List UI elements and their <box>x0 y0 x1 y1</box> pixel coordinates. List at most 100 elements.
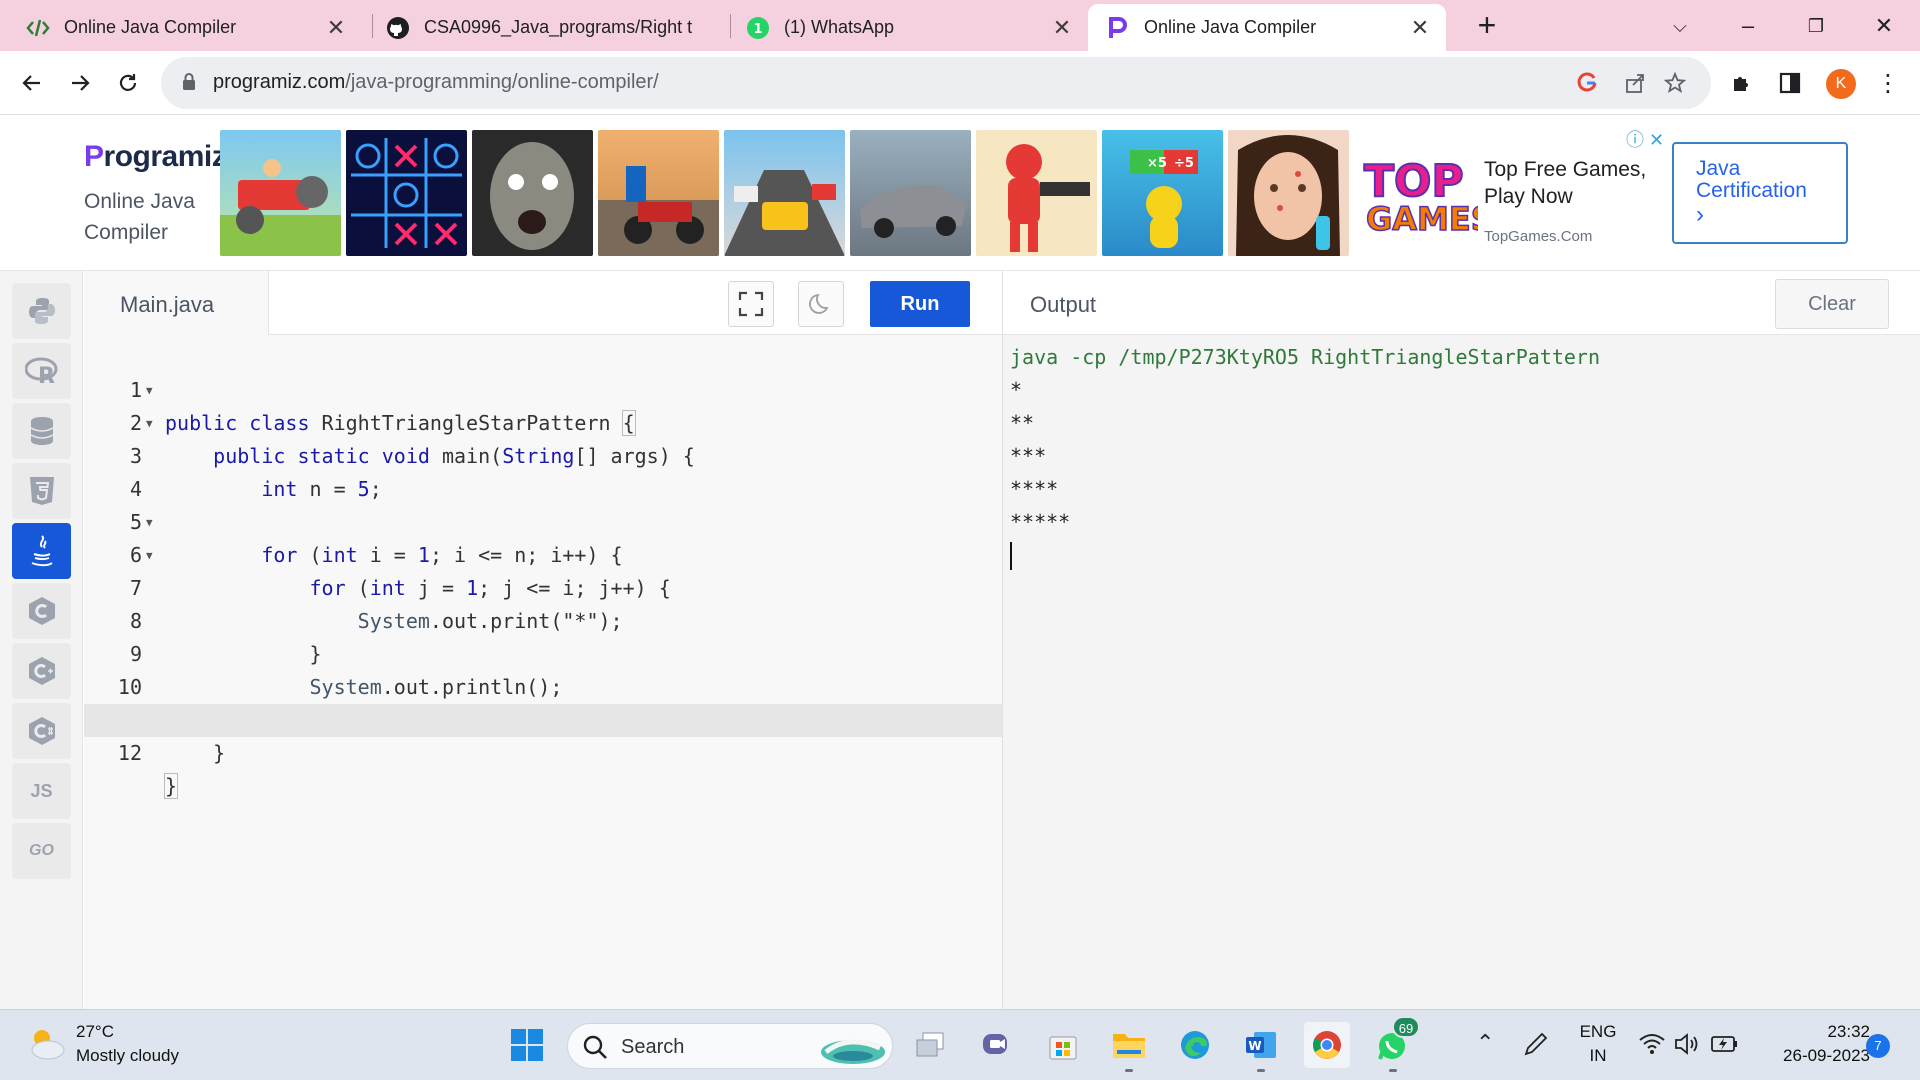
output-line: ***** <box>1010 510 1071 534</box>
clock-date[interactable]: 26-09-2023 <box>1760 1046 1870 1066</box>
teams-chat-icon[interactable] <box>974 1022 1020 1068</box>
close-window-icon[interactable]: ✕ <box>1864 6 1904 46</box>
python-icon[interactable] <box>12 283 71 339</box>
output-line: * <box>1010 378 1023 402</box>
pen-icon[interactable] <box>1522 1030 1550 1063</box>
weather-description[interactable]: Mostly cloudy <box>76 1046 179 1066</box>
tab-whatsapp[interactable]: 1 (1) WhatsApp ✕ <box>730 4 1088 51</box>
menu-kebab-icon[interactable]: ⋮ <box>1868 63 1908 103</box>
notification-count-badge[interactable]: 7 <box>1866 1034 1890 1058</box>
input-language[interactable]: ENG <box>1578 1022 1618 1042</box>
programiz-logo[interactable]: Programiz <box>84 140 227 174</box>
task-view-icon[interactable] <box>908 1022 954 1068</box>
ad-game-thumbnail[interactable] <box>220 130 341 256</box>
database-icon[interactable] <box>12 403 71 459</box>
close-tab-icon[interactable]: ✕ <box>1408 15 1432 41</box>
restore-icon[interactable]: ❐ <box>1796 6 1836 46</box>
github-icon <box>386 16 410 40</box>
tab-online-java-compiler-active[interactable]: Online Java Compiler ✕ <box>1088 4 1446 51</box>
output-console[interactable]: java -cp /tmp/P273KtyRO5 RightTriangleSt… <box>1010 341 1600 570</box>
address-bar[interactable]: programiz.com/java-programming/online-co… <box>161 57 1711 109</box>
code-line[interactable]: 6 ▼ for (int j = 1; j <= i; j++) { <box>84 506 1002 600</box>
close-tab-icon[interactable]: ✕ <box>1050 15 1074 41</box>
ad-game-thumbnail[interactable] <box>976 130 1097 256</box>
google-lens-icon[interactable] <box>1573 69 1601 97</box>
profile-avatar[interactable]: K <box>1826 69 1856 99</box>
file-tab[interactable]: Main.java <box>84 271 269 335</box>
weather-temperature[interactable]: 27°C <box>76 1022 114 1042</box>
ad-game-thumbnail[interactable] <box>346 130 467 256</box>
volume-icon[interactable] <box>1674 1032 1702 1061</box>
ad-close-icon[interactable]: ✕ <box>1649 130 1664 150</box>
topgames-logo[interactable]: TOPGAMES <box>1358 154 1495 239</box>
clock-time[interactable]: 23:32 <box>1760 1022 1870 1042</box>
forward-button[interactable] <box>60 63 100 103</box>
side-panel-icon[interactable] <box>1770 63 1810 103</box>
whatsapp-taskbar-icon[interactable]: 69 <box>1370 1016 1420 1072</box>
code-line[interactable]: 2 ▼ public static void main(String[] args… <box>84 374 1002 468</box>
battery-icon[interactable] <box>1710 1032 1740 1061</box>
code-line[interactable]: 4 <box>84 440 1002 501</box>
new-tab-button[interactable]: + <box>1467 6 1507 46</box>
code-area[interactable]: 1 ▼ public class RightTriangleStarPattern… <box>84 341 1002 799</box>
share-icon[interactable] <box>1621 69 1649 97</box>
url-text[interactable]: programiz.com/java-programming/online-co… <box>213 71 659 94</box>
bookmark-star-icon[interactable] <box>1661 69 1689 97</box>
code-line[interactable]: 7 System.out.print("*"); <box>84 539 1002 633</box>
code-line[interactable]: 1 ▼ public class RightTriangleStarPattern… <box>84 341 1002 436</box>
ad-game-thumbnail[interactable] <box>1228 130 1349 256</box>
java-certification-button[interactable]: Java Certification › <box>1672 142 1848 244</box>
code-line[interactable]: 3 int n = 5; <box>84 407 1002 501</box>
ad-game-thumbnail[interactable] <box>724 130 845 256</box>
clear-button[interactable]: Clear <box>1775 279 1889 329</box>
code-line[interactable]: 8 } <box>84 572 1002 666</box>
minimize-icon[interactable]: – <box>1728 6 1768 46</box>
lock-icon[interactable] <box>181 72 197 97</box>
wifi-icon[interactable] <box>1638 1032 1666 1061</box>
svg-text:R: R <box>38 364 55 385</box>
ad-game-thumbnail[interactable]: ×5 ÷5 <box>1102 130 1223 256</box>
r-icon[interactable]: R <box>12 343 71 399</box>
dark-mode-button[interactable] <box>798 281 844 327</box>
go-icon[interactable]: GO <box>12 823 71 879</box>
close-tab-icon[interactable]: ✕ <box>324 15 348 41</box>
word-icon[interactable]: W <box>1238 1022 1284 1072</box>
ad-text[interactable]: Top Free Games, Play Now <box>1484 156 1646 210</box>
microsoft-store-icon[interactable] <box>1040 1022 1086 1068</box>
csharp-icon[interactable] <box>12 703 71 759</box>
back-button[interactable] <box>12 63 52 103</box>
code-line[interactable]: 5 ▼ for (int i = 1; i <= n; i++) { <box>84 473 1002 567</box>
windows-start-icon[interactable] <box>504 1022 550 1068</box>
chrome-icon[interactable] <box>1304 1022 1350 1068</box>
tab-search-chevron-icon[interactable]: ⌵ <box>1660 6 1700 46</box>
fullscreen-button[interactable] <box>728 281 774 327</box>
ad-game-thumbnail[interactable] <box>472 130 593 256</box>
js-icon[interactable]: JS <box>12 763 71 819</box>
extensions-icon[interactable] <box>1722 63 1762 103</box>
tab-github[interactable]: CSA0996_Java_programs/Right t <box>372 4 730 51</box>
code-line[interactable]: 10 } <box>84 638 1002 732</box>
cpp-icon[interactable] <box>12 643 71 699</box>
edge-icon[interactable] <box>1172 1022 1218 1068</box>
ad-site[interactable]: TopGames.Com <box>1484 228 1592 245</box>
code-line[interactable]: 11 } <box>84 671 1002 765</box>
taskbar-search-input[interactable]: Search <box>567 1023 893 1069</box>
weather-cloudy-icon[interactable] <box>26 1026 66 1067</box>
output-line: *** <box>1010 444 1047 468</box>
ad-game-thumbnail[interactable] <box>850 130 971 256</box>
show-hidden-icons-chevron-icon[interactable]: ⌃ <box>1476 1030 1494 1056</box>
code-editor-panel: Main.java Run 1 ▼ public class RightTrian… <box>84 271 1002 1009</box>
code-line[interactable]: 9 System.out.println(); <box>84 605 1002 699</box>
reload-button[interactable] <box>108 63 148 103</box>
editor-header: Main.java Run <box>84 271 1002 335</box>
code-line-active[interactable]: 12 } <box>84 704 1002 799</box>
tab-online-java-compiler-1[interactable]: Online Java Compiler ✕ <box>0 4 362 51</box>
ad-info-icon[interactable]: ⓘ ✕ <box>1626 126 1664 152</box>
java-icon[interactable] <box>12 523 71 579</box>
run-button[interactable]: Run <box>870 281 970 327</box>
html5-icon[interactable] <box>12 463 71 519</box>
ad-game-thumbnail[interactable] <box>598 130 719 256</box>
c-icon[interactable] <box>12 583 71 639</box>
input-region[interactable]: IN <box>1578 1046 1618 1066</box>
file-explorer-icon[interactable] <box>1106 1022 1152 1072</box>
